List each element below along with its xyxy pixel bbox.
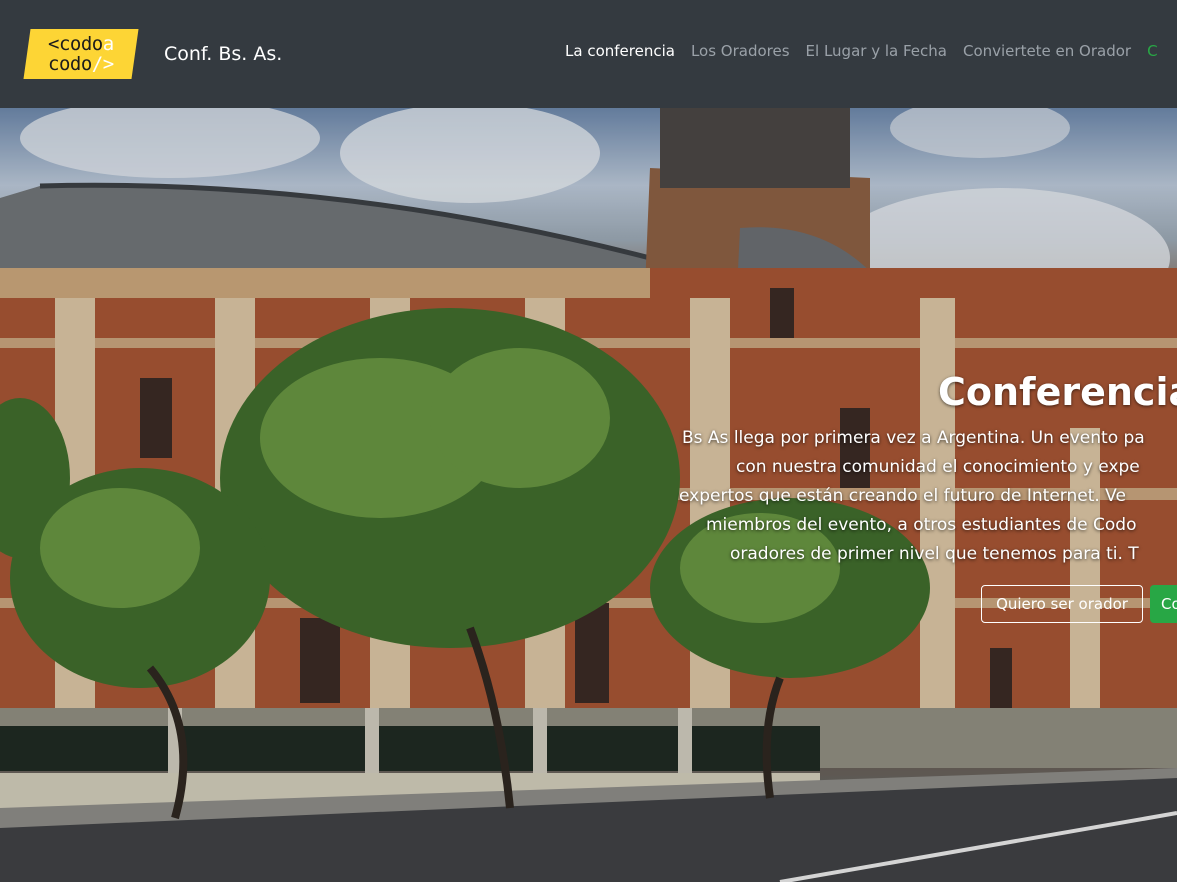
logo-line-2: codo/> xyxy=(48,53,114,75)
logo-line-1: <codoa xyxy=(48,33,114,55)
hero-description-line-1: Bs As llega por primera vez a Argentina.… xyxy=(682,428,1145,448)
nav-link-el-lugar-y-la-fecha[interactable]: El Lugar y la Fecha xyxy=(806,42,947,60)
hero-description-line-5: oradores de primer nivel que tenemos par… xyxy=(730,544,1139,564)
hero-content: Conferencia Bs As llega por primera vez … xyxy=(0,108,1177,882)
navbar: <codoa codo/> Conf. Bs. As. La conferenc… xyxy=(0,0,1177,108)
quiero-ser-orador-button[interactable]: Quiero ser orador xyxy=(981,585,1143,623)
nav-link-los-oradores[interactable]: Los Oradores xyxy=(691,42,790,60)
nav-links: La conferencia Los Oradores El Lugar y l… xyxy=(565,42,1174,60)
brand-title[interactable]: Conf. Bs. As. xyxy=(164,43,282,65)
hero-description-line-4: miembros del evento, a otros estudiantes… xyxy=(706,515,1137,535)
nav-link-comprar-tickets[interactable]: C xyxy=(1147,42,1157,60)
comprar-tickets-button[interactable]: Co xyxy=(1150,585,1177,623)
hero-description-line-2: con nuestra comunidad el conocimiento y … xyxy=(736,457,1140,477)
hero-section: Conferencia Bs As llega por primera vez … xyxy=(0,108,1177,882)
nav-link-conviertete-en-orador[interactable]: Conviertete en Orador xyxy=(963,42,1131,60)
nav-link-la-conferencia[interactable]: La conferencia xyxy=(565,42,675,60)
hero-title: Conferencia xyxy=(938,370,1177,414)
hero-description-line-3: expertos que están creando el futuro de … xyxy=(679,486,1126,506)
codo-a-codo-logo[interactable]: <codoa codo/> xyxy=(23,29,139,79)
